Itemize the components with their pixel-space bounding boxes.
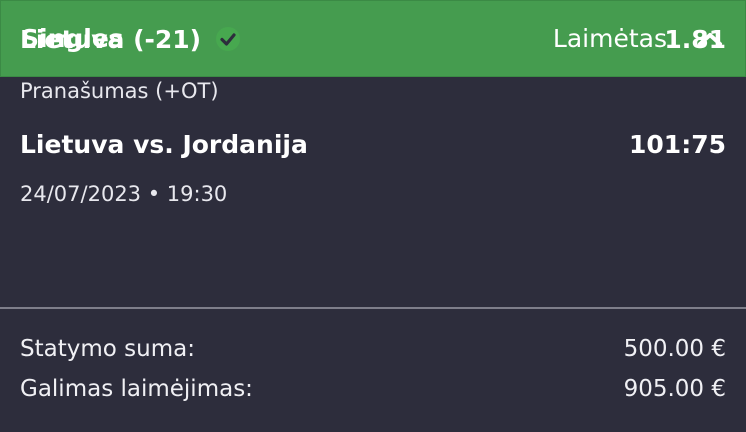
payout-row: Galimas laimėjimas: 905.00 € — [20, 373, 726, 405]
selection-row: Lietuva (-21) 1.81 — [20, 22, 726, 56]
check-circle-icon — [215, 26, 241, 52]
event-score: 101:75 — [629, 129, 726, 159]
market-row: Pranašumas (+OT) — [20, 77, 726, 105]
stake-value: 500.00 € — [623, 336, 726, 362]
event-datetime: 24/07/2023 • 19:30 — [20, 182, 228, 206]
payout-value: 905.00 € — [623, 376, 726, 402]
event-name: Lietuva vs. Jordanija — [20, 129, 308, 159]
event-row: Lietuva vs. Jordanija 101:75 — [20, 127, 726, 161]
divider — [0, 307, 746, 309]
selection-odds: 1.81 — [664, 24, 726, 54]
stake-label: Statymo suma: — [20, 336, 195, 362]
bet-card: Singles Laimėtas Lietuva (-21) 1.81 Pran… — [0, 0, 746, 432]
market-name: Pranašumas (+OT) — [20, 79, 219, 103]
stake-row: Statymo suma: 500.00 € — [20, 333, 726, 365]
selection-name: Lietuva (-21) — [20, 24, 202, 54]
payout-label: Galimas laimėjimas: — [20, 376, 253, 402]
datetime-row: 24/07/2023 • 19:30 — [20, 180, 726, 208]
